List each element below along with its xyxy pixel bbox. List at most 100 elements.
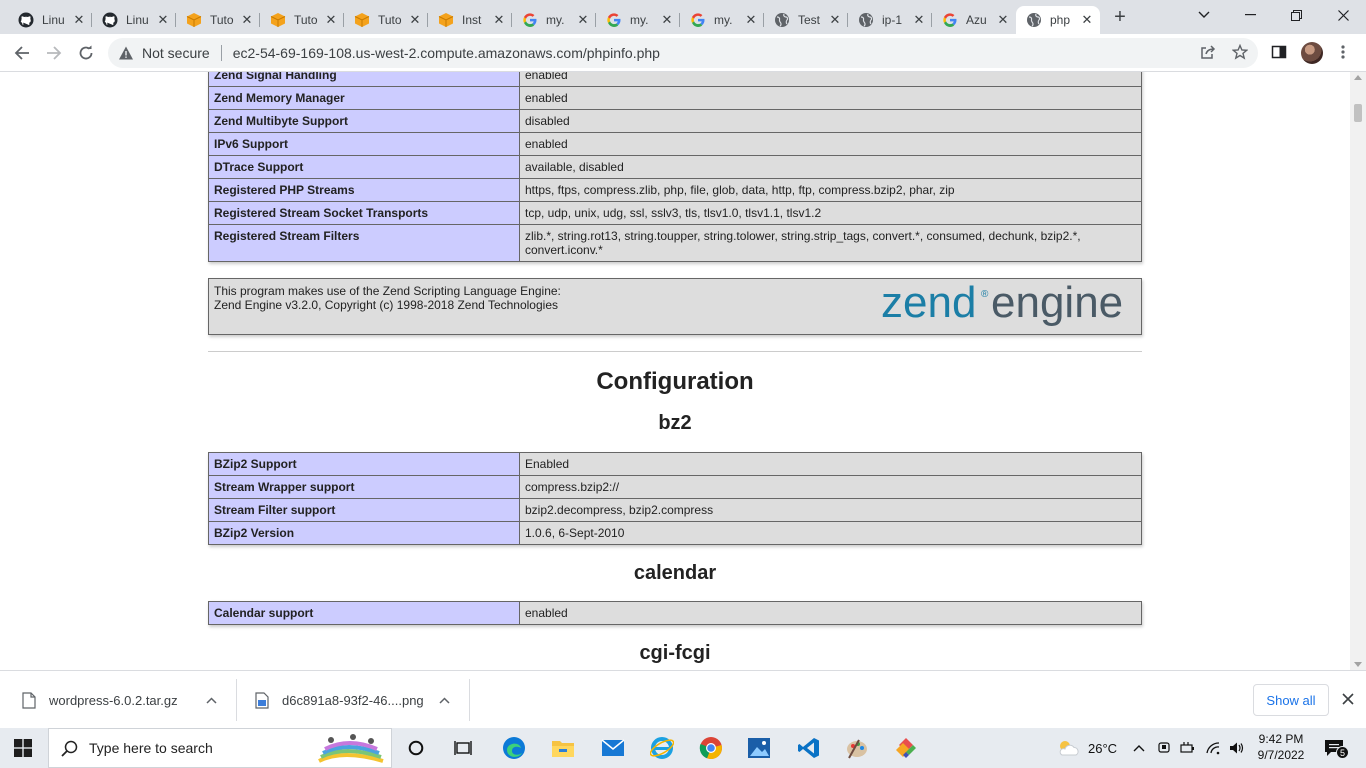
menu-button[interactable] xyxy=(1332,41,1354,63)
download-divider xyxy=(236,679,237,721)
close-icon[interactable]: ✕ xyxy=(1080,12,1094,28)
cortana-icon[interactable] xyxy=(403,736,429,760)
image-file-icon xyxy=(255,691,269,709)
scroll-down-arrow[interactable] xyxy=(1354,662,1362,667)
weather-widget[interactable]: 26°C xyxy=(1056,728,1117,768)
close-shelf-button[interactable] xyxy=(1339,689,1357,711)
browser-tab[interactable]: Linu ✕ xyxy=(8,6,92,34)
battery-plug-icon[interactable] xyxy=(1180,741,1196,755)
photos-icon[interactable] xyxy=(746,736,772,760)
scroll-up-arrow[interactable] xyxy=(1354,75,1362,80)
browser-tab[interactable]: my. ✕ xyxy=(596,6,680,34)
tab-title: Tuto xyxy=(294,13,318,27)
tab-title: php xyxy=(1050,13,1071,27)
browser-tab[interactable]: my. ✕ xyxy=(680,6,764,34)
close-icon[interactable]: ✕ xyxy=(72,12,86,28)
security-label[interactable]: Not secure xyxy=(142,45,210,61)
task-view-icon[interactable] xyxy=(450,736,476,760)
google-icon xyxy=(522,12,538,28)
mail-icon[interactable] xyxy=(600,736,626,760)
close-icon[interactable]: ✕ xyxy=(912,12,926,28)
close-icon[interactable]: ✕ xyxy=(240,12,254,28)
globe-icon xyxy=(1026,12,1042,28)
tab-title: my. xyxy=(630,13,649,27)
browser-tab[interactable]: Test ✕ xyxy=(764,6,848,34)
chrome-icon[interactable] xyxy=(698,736,724,760)
chevron-up-icon[interactable] xyxy=(206,693,217,707)
chevron-down-icon xyxy=(1198,11,1210,18)
minimize-button[interactable] xyxy=(1227,4,1273,26)
table-row: Zend Signal Handling enabled xyxy=(208,72,1142,87)
browser-tab[interactable]: Tuto ✕ xyxy=(176,6,260,34)
restore-button[interactable] xyxy=(1273,4,1319,26)
chevron-up-icon[interactable] xyxy=(439,693,450,707)
table-row: Registered PHP Streams https, ftps, compr… xyxy=(208,178,1142,202)
taskbar-search-box[interactable]: Type here to search xyxy=(48,728,392,768)
share-button[interactable] xyxy=(1197,41,1219,63)
edge-icon[interactable] xyxy=(501,736,527,760)
url-text[interactable]: ec2-54-69-169-108.us-west-2.compute.amaz… xyxy=(233,45,660,61)
wifi-icon[interactable] xyxy=(1205,741,1221,755)
bz2-table: BZip2 Support Enabled Stream Wrapper suppo… xyxy=(208,452,1142,545)
paint-icon[interactable] xyxy=(844,736,870,760)
browser-tab[interactable]: Inst ✕ xyxy=(428,6,512,34)
forward-button[interactable] xyxy=(42,41,66,65)
close-icon[interactable]: ✕ xyxy=(828,12,842,28)
download-item[interactable]: wordpress-6.0.2.tar.gz xyxy=(22,671,232,729)
download-item[interactable]: d6c891a8-93f2-46....png xyxy=(255,671,465,729)
meet-now-icon[interactable] xyxy=(1157,741,1171,755)
new-tab-button[interactable]: + xyxy=(1110,7,1130,28)
row-key: Stream Wrapper support xyxy=(208,475,520,499)
close-icon[interactable]: ✕ xyxy=(660,12,674,28)
bookmark-button[interactable] xyxy=(1229,41,1251,63)
section-divider xyxy=(208,351,1142,352)
reload-button[interactable] xyxy=(74,41,98,65)
app-launcher-icon[interactable] xyxy=(893,736,919,760)
volume-icon[interactable] xyxy=(1229,741,1245,755)
page-scrollbar[interactable] xyxy=(1350,72,1366,670)
browser-tab[interactable]: Azu ✕ xyxy=(932,6,1016,34)
file-explorer-icon[interactable] xyxy=(550,736,576,760)
close-icon[interactable]: ✕ xyxy=(324,12,338,28)
table-row: Registered Stream Socket Transports tcp, … xyxy=(208,201,1142,225)
back-button[interactable] xyxy=(10,41,34,65)
close-icon[interactable]: ✕ xyxy=(408,12,422,28)
browser-tab[interactable]: Tuto ✕ xyxy=(260,6,344,34)
tab-search-button[interactable] xyxy=(1181,4,1227,26)
browser-tab[interactable]: Tuto ✕ xyxy=(344,6,428,34)
browser-tab[interactable]: my. ✕ xyxy=(512,6,596,34)
show-all-button[interactable]: Show all xyxy=(1253,684,1329,716)
browser-tab[interactable]: Linu ✕ xyxy=(92,6,176,34)
profile-avatar[interactable] xyxy=(1301,42,1323,64)
chevron-up-icon[interactable] xyxy=(1133,744,1145,752)
row-value: enabled xyxy=(519,72,1142,87)
box-icon xyxy=(270,12,286,28)
browser-tab[interactable]: ip-1 ✕ xyxy=(848,6,932,34)
tray-icons xyxy=(1133,728,1245,768)
zend-engine-box: This program makes use of the Zend Scrip… xyxy=(208,278,1142,335)
close-window-button[interactable] xyxy=(1320,4,1366,26)
close-icon[interactable]: ✕ xyxy=(576,12,590,28)
notification-center-button[interactable]: 5 xyxy=(1322,736,1349,760)
bz2-table-wrap: BZip2 Support Enabled Stream Wrapper suppo… xyxy=(208,452,1142,545)
warning-triangle-icon xyxy=(119,46,133,60)
close-icon[interactable]: ✕ xyxy=(996,12,1010,28)
vscode-icon[interactable] xyxy=(796,736,822,760)
scroll-thumb[interactable] xyxy=(1354,104,1362,122)
close-icon[interactable]: ✕ xyxy=(492,12,506,28)
close-icon[interactable]: ✕ xyxy=(156,12,170,28)
internet-explorer-icon[interactable] xyxy=(649,736,675,760)
close-icon[interactable]: ✕ xyxy=(744,12,758,28)
side-panel-button[interactable] xyxy=(1268,41,1290,63)
engine-info-table: Zend Signal Handling enabled Zend Memory M… xyxy=(208,72,1142,262)
calendar-table-wrap: Calendar support enabled xyxy=(208,601,1142,625)
windows-start-icon[interactable] xyxy=(14,739,32,757)
restore-icon xyxy=(1290,9,1302,21)
address-bar[interactable]: Not secure ec2-54-69-169-108.us-west-2.c… xyxy=(108,38,1258,68)
row-value: compress.bzip2:// xyxy=(519,475,1142,499)
section-title-bz2: bz2 xyxy=(658,412,692,434)
browser-tab[interactable]: php ✕ xyxy=(1016,6,1100,34)
reload-icon xyxy=(79,45,93,60)
configuration-heading: Configuration xyxy=(596,368,754,395)
system-clock[interactable]: 9:42 PM 9/7/2022 xyxy=(1250,731,1312,763)
